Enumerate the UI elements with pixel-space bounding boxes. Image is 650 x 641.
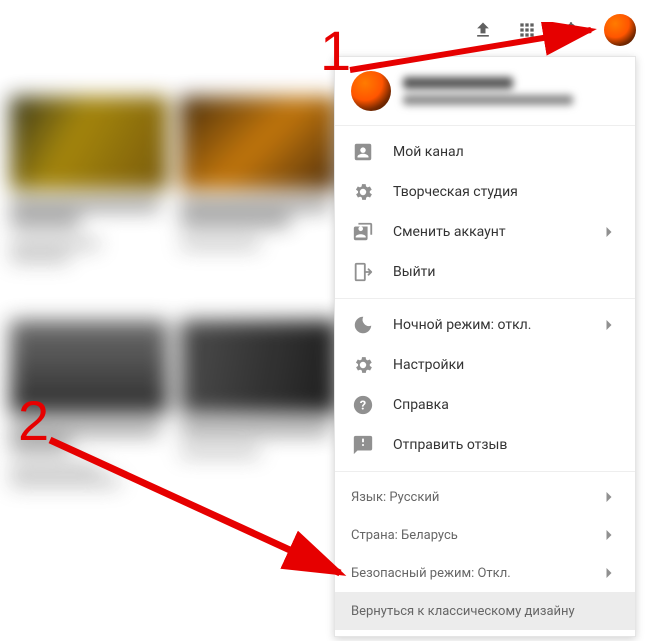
chevron-right-icon (599, 525, 619, 545)
studio-gear-icon (351, 180, 375, 204)
menu-item-country[interactable]: Страна: Беларусь (335, 516, 635, 554)
account-header (335, 57, 635, 126)
menu-section-1: Мой канал Творческая студия Сменить акка… (335, 126, 635, 299)
menu-item-dark-mode[interactable]: Ночной режим: откл. (335, 305, 635, 345)
chevron-right-icon (599, 563, 619, 583)
svg-text:?: ? (360, 399, 366, 414)
menu-item-label: Безопасный режим: Откл. (351, 566, 599, 581)
menu-item-label: Страна: Беларусь (351, 528, 599, 543)
bell-icon[interactable] (560, 19, 582, 41)
menu-item-label: Отправить отзыв (393, 437, 619, 453)
menu-item-settings[interactable]: Настройки (335, 345, 635, 385)
annotation-number-2: 2 (18, 388, 49, 453)
help-icon: ? (351, 393, 375, 417)
menu-item-label: Ночной режим: откл. (393, 317, 599, 333)
menu-item-sign-out[interactable]: Выйти (335, 252, 635, 292)
menu-item-label: Вернуться к классическому дизайну (351, 604, 619, 619)
menu-item-help[interactable]: ? Справка (335, 385, 635, 425)
menu-section-2: Ночной режим: откл. Настройки ? Справка … (335, 299, 635, 472)
chevron-right-icon (599, 222, 619, 242)
feedback-icon (351, 433, 375, 457)
annotation-number-1: 1 (320, 18, 351, 83)
menu-item-feedback[interactable]: Отправить отзыв (335, 425, 635, 465)
menu-section-3: Язык: Русский Страна: Беларусь Безопасны… (335, 472, 635, 636)
menu-item-classic-design[interactable]: Вернуться к классическому дизайну (335, 592, 635, 630)
menu-item-my-channel[interactable]: Мой канал (335, 132, 635, 172)
menu-item-label: Творческая студия (393, 184, 619, 200)
apps-grid-icon[interactable] (516, 19, 538, 41)
menu-item-label: Выйти (393, 264, 619, 280)
account-box-icon (351, 140, 375, 164)
menu-item-label: Справка (393, 397, 619, 413)
account-name-block (403, 77, 573, 105)
account-avatar (351, 71, 391, 111)
upload-icon[interactable] (472, 19, 494, 41)
chevron-right-icon (599, 315, 619, 335)
menu-item-label: Настройки (393, 357, 619, 373)
menu-item-language[interactable]: Язык: Русский (335, 478, 635, 516)
menu-item-studio[interactable]: Творческая студия (335, 172, 635, 212)
switch-account-icon (351, 220, 375, 244)
menu-item-switch-account[interactable]: Сменить аккаунт (335, 212, 635, 252)
menu-item-label: Сменить аккаунт (393, 224, 599, 240)
menu-item-safe-mode[interactable]: Безопасный режим: Откл. (335, 554, 635, 592)
topbar (472, 14, 636, 46)
sign-out-icon (351, 260, 375, 284)
menu-item-label: Язык: Русский (351, 490, 599, 505)
account-menu: Мой канал Творческая студия Сменить акка… (334, 56, 636, 637)
settings-gear-icon (351, 353, 375, 377)
avatar[interactable] (604, 14, 636, 46)
menu-item-label: Мой канал (393, 144, 619, 160)
moon-icon (351, 313, 375, 337)
chevron-right-icon (599, 487, 619, 507)
